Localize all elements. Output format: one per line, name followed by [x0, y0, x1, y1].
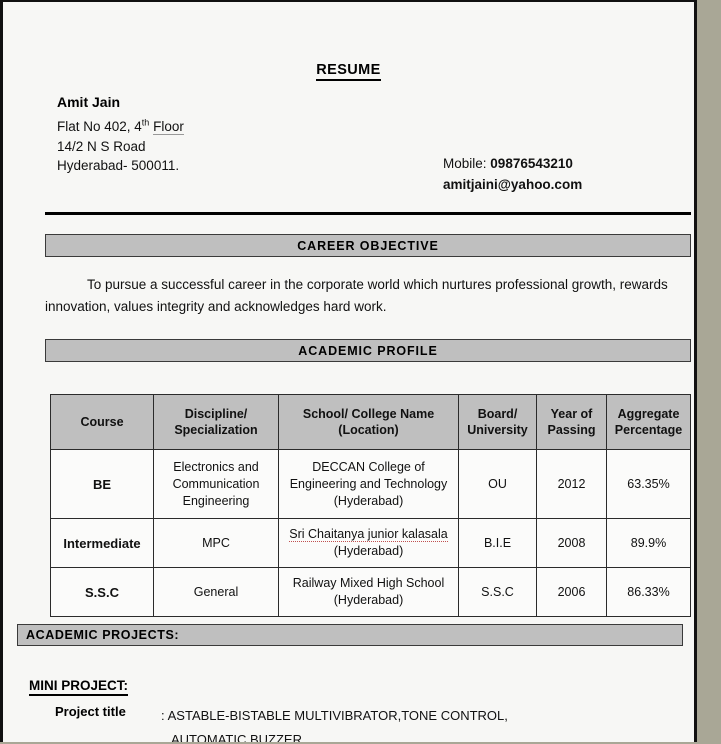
table-header-year: Year of Passing	[536, 394, 607, 450]
table-header-course: Course	[50, 394, 154, 450]
table-header-row: Course Discipline/ Specialization School…	[50, 394, 691, 450]
section-title-academic-profile: ACADEMIC PROFILE	[298, 343, 438, 358]
table-header-percentage-l2: Percentage	[614, 423, 683, 437]
address-line-1-ordinal: th	[141, 117, 150, 128]
cell-school: Railway Mixed High School (Hyderabad)	[278, 567, 459, 617]
mobile-label: Mobile:	[443, 156, 487, 171]
cell-discipline: MPC	[153, 518, 279, 568]
cell-school-l3: (Hyderabad)	[333, 493, 404, 508]
cell-year: 2006	[536, 567, 607, 617]
table-header-discipline: Discipline/ Specialization	[153, 394, 279, 450]
table-header-board: Board/ University	[458, 394, 537, 450]
candidate-name: Amit Jain	[57, 94, 121, 110]
cell-school-l2: (Hyderabad)	[333, 544, 404, 558]
table-header-year-l2: Passing	[547, 423, 596, 437]
cell-percentage: 63.35%	[606, 449, 691, 519]
address-line-1: Flat No 402, 4th Floor	[57, 117, 184, 135]
cell-school-l1: Railway Mixed High School	[292, 576, 445, 590]
contact-block: Mobile: 09876543210 amitjaini@yahoo.com	[443, 153, 582, 195]
page-title: RESUME	[3, 62, 694, 81]
cell-discipline-l3: Engineering	[182, 493, 250, 508]
table-header-percentage-l1: Aggregate	[617, 407, 680, 421]
email-value: amitjaini@yahoo.com	[443, 177, 583, 192]
cell-percentage: 89.9%	[606, 518, 691, 568]
page-title-text: RESUME	[316, 62, 381, 81]
cell-school: Sri Chaitanya junior kalasala (Hyderabad…	[278, 518, 459, 568]
mobile-row: Mobile: 09876543210	[443, 153, 582, 174]
cell-percentage: 86.33%	[606, 567, 691, 617]
cell-school-l1: Sri Chaitanya junior kalasala	[289, 527, 448, 542]
header-divider	[45, 212, 691, 215]
mini-project-heading: MINI PROJECT:	[29, 678, 129, 696]
table-row: BE Electronics and Communication Enginee…	[50, 449, 691, 519]
table-header-percentage: Aggregate Percentage	[606, 394, 691, 450]
table-row: S.S.C General Railway Mixed High School …	[50, 567, 691, 617]
cell-course: Intermediate	[50, 518, 154, 568]
cell-board: S.S.C	[458, 567, 537, 617]
cell-school-l1: DECCAN College of	[312, 459, 425, 474]
address-line-3: Hyderabad- 500011.	[57, 158, 180, 173]
section-title-career-objective: CAREER OBJECTIVE	[297, 238, 439, 253]
address-line-2: 14/2 N S Road	[57, 138, 146, 154]
cell-course: S.S.C	[50, 567, 154, 617]
project-title-colon: :	[161, 708, 165, 723]
resume-page: RESUME Amit Jain Flat No 402, 4th Floor …	[0, 0, 697, 742]
table-header-school-l2: (Location)	[338, 423, 399, 437]
table-header-year-l1: Year of	[550, 407, 593, 421]
career-objective-text: To pursue a successful career in the cor…	[45, 277, 668, 314]
cell-discipline: General	[153, 567, 279, 617]
cell-school: DECCAN College of Engineering and Techno…	[278, 449, 459, 519]
cell-year: 2012	[536, 449, 607, 519]
project-title-line-2: AUTOMATIC BUZZER	[171, 732, 302, 742]
project-title-value: : ASTABLE-BISTABLE MULTIVIBRATOR,TONE CON…	[161, 704, 661, 742]
table-header-discipline-l1: Discipline/	[184, 407, 248, 421]
table-header-school: School/ College Name (Location)	[278, 394, 459, 450]
table-row: Intermediate MPC Sri Chaitanya junior ka…	[50, 518, 691, 568]
cell-board: OU	[458, 449, 537, 519]
table-header-board-l2: University	[467, 423, 528, 437]
table-header-board-l1: Board/	[477, 407, 518, 421]
mini-project-heading-text: MINI PROJECT:	[29, 678, 129, 696]
cell-discipline-l1: Electronics and	[173, 459, 259, 474]
academic-profile-table: Course Discipline/ Specialization School…	[50, 394, 691, 617]
section-bar-academic-projects: ACADEMIC PROJECTS:	[17, 624, 683, 646]
address-block: Flat No 402, 4th Floor 14/2 N S Road Hyd…	[57, 117, 184, 176]
mobile-value: 09876543210	[490, 156, 573, 171]
project-title-line-1: ASTABLE-BISTABLE MULTIVIBRATOR,TONE CONT…	[167, 708, 508, 723]
cell-board: B.I.E	[458, 518, 537, 568]
cell-school-l2: Engineering and Technology	[289, 476, 448, 491]
cell-course: BE	[50, 449, 154, 519]
address-line-1-post: Floor	[153, 119, 184, 135]
project-title-label: Project title	[55, 704, 126, 719]
section-bar-academic-profile: ACADEMIC PROFILE	[45, 339, 691, 362]
table-header-school-l1: School/ College Name	[302, 407, 435, 421]
address-line-1-pre: Flat No 402, 4	[57, 119, 142, 134]
table-header-discipline-l2: Specialization	[174, 423, 258, 437]
cell-discipline-l2: Communication	[172, 476, 260, 491]
cell-discipline: Electronics and Communication Engineerin…	[153, 449, 279, 519]
section-title-academic-projects: ACADEMIC PROJECTS:	[26, 628, 180, 642]
table-header-course-l1: Course	[80, 415, 124, 429]
cell-school-l2: (Hyderabad)	[333, 593, 404, 607]
cell-year: 2008	[536, 518, 607, 568]
section-bar-career-objective: CAREER OBJECTIVE	[45, 234, 691, 257]
